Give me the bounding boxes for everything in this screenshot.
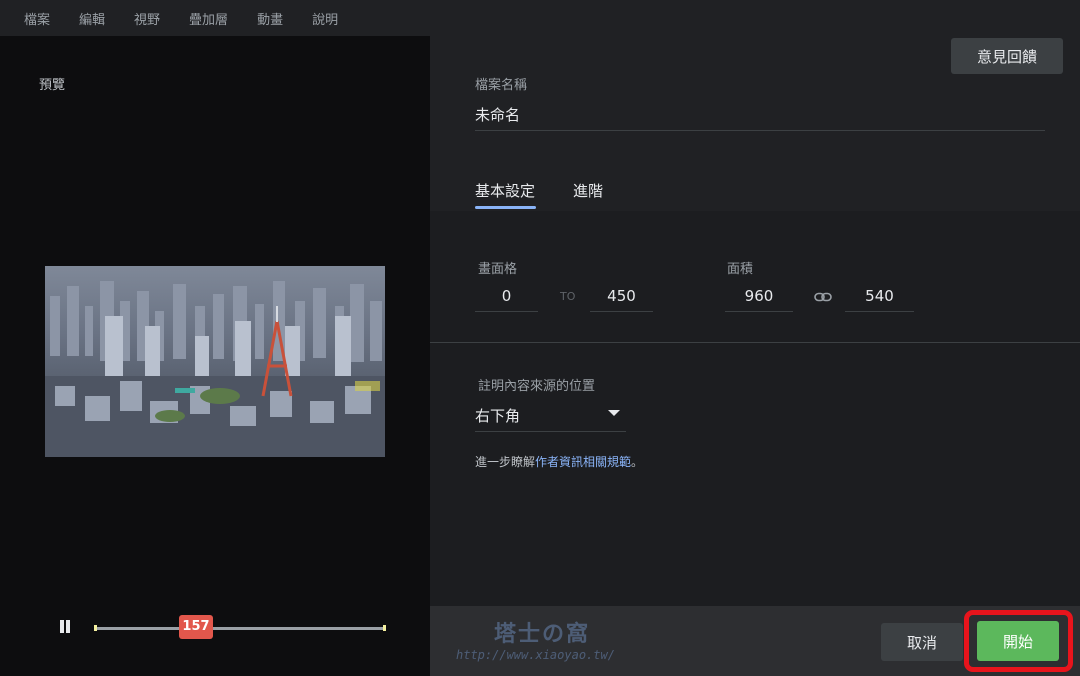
basic-settings: 畫面格 面積 0 TO 450 960 540 註明內容來源的位置 右下角 進一…: [430, 211, 1080, 606]
preview-label: 預覽: [39, 78, 66, 93]
watermark-logo: 塔士の窩: [494, 621, 591, 647]
active-tab-indicator: [475, 206, 536, 209]
width-input[interactable]: 960: [725, 284, 793, 312]
learn-more-suffix: 。: [631, 455, 644, 469]
settings-panel: 意見回饋 檔案名稱 未命名 基本設定 進階 畫面格 面積 0 TO 450 96…: [430, 36, 1080, 676]
timeline-end-marker[interactable]: [383, 625, 386, 631]
menu-overlay[interactable]: 疊加層: [189, 9, 228, 28]
feedback-button[interactable]: 意見回饋: [951, 38, 1063, 74]
menu-edit[interactable]: 編輯: [79, 9, 105, 28]
attribution-dropdown[interactable]: 右下角: [475, 398, 626, 432]
pause-icon[interactable]: [58, 620, 72, 634]
preview-image: [45, 266, 385, 457]
menu-animation[interactable]: 動畫: [257, 9, 283, 28]
attribution-label: 註明內容來源的位置: [478, 379, 596, 394]
playback-controls: 157: [0, 608, 430, 648]
file-header: 意見回饋 檔案名稱 未命名 基本設定 進階: [430, 36, 1080, 211]
link-icon[interactable]: [814, 292, 832, 302]
start-button[interactable]: 開始: [977, 621, 1059, 661]
author-guidelines-link[interactable]: 作者資訊相關規範: [535, 455, 631, 469]
city-aerial-image: [45, 266, 385, 457]
frames-label: 畫面格: [478, 262, 518, 277]
area-label: 面積: [727, 262, 754, 277]
to-label: TO: [560, 290, 576, 303]
playhead-frame[interactable]: 157: [179, 615, 213, 639]
tab-advanced[interactable]: 進階: [573, 180, 603, 201]
filename-label: 檔案名稱: [475, 78, 528, 93]
tab-basic[interactable]: 基本設定: [475, 180, 535, 201]
frame-start-input[interactable]: 0: [475, 284, 538, 312]
watermark-url: http://www.xiaoyao.tw/: [456, 648, 615, 662]
menu-bar: 檔案 編輯 視野 疊加層 動畫 說明: [0, 0, 1080, 36]
attribution-selected: 右下角: [475, 407, 521, 425]
chevron-down-icon: [608, 410, 620, 416]
frame-end-input[interactable]: 450: [590, 284, 653, 312]
timeline-start-marker[interactable]: [94, 625, 97, 631]
watermark: 塔士の窩 http://www.xiaoyao.tw/: [454, 616, 644, 668]
filename-input[interactable]: 未命名: [475, 104, 520, 125]
menu-file[interactable]: 檔案: [24, 9, 50, 28]
height-input[interactable]: 540: [845, 284, 914, 312]
learn-more-prefix: 進一步瞭解: [475, 455, 536, 469]
menu-help[interactable]: 說明: [312, 9, 338, 28]
cancel-button[interactable]: 取消: [881, 623, 963, 661]
section-divider: [430, 342, 1080, 343]
filename-underline: [475, 130, 1045, 131]
menu-view[interactable]: 視野: [134, 9, 160, 28]
preview-panel: 預覽 157: [0, 36, 430, 676]
action-bar: 塔士の窩 http://www.xiaoyao.tw/ 取消 開始: [430, 606, 1080, 676]
learn-more-text: 進一步瞭解作者資訊相關規範。: [475, 453, 643, 470]
timeline-track[interactable]: [94, 627, 386, 630]
